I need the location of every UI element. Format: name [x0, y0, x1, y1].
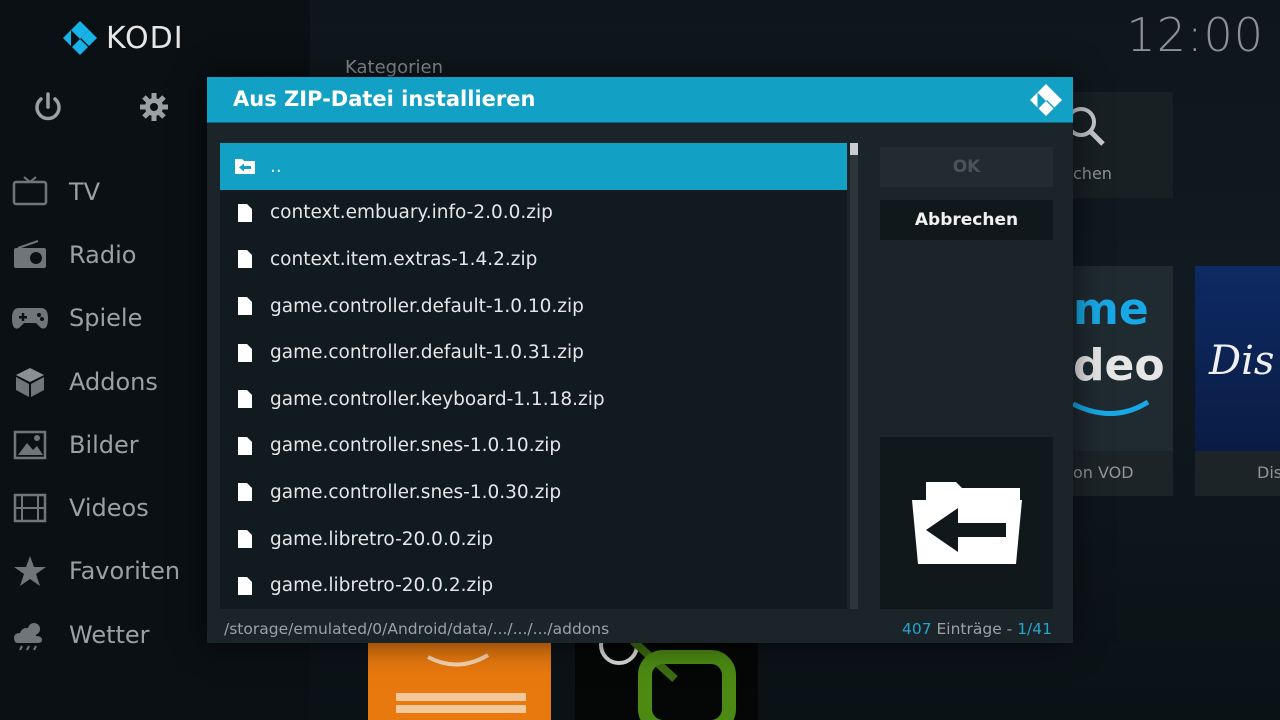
disney-logo: Dis	[1209, 338, 1275, 384]
amazon-smile-icon-2	[427, 653, 490, 667]
disney-tile-label: Dis	[1257, 463, 1280, 482]
menu-label-pictures: Bilder	[69, 430, 139, 459]
list-item-label: ..	[270, 155, 282, 177]
list-item[interactable]: game.libretro-20.0.0.zip	[220, 516, 847, 563]
prime-video-tile[interactable]: me deo on VOD	[1073, 266, 1173, 496]
list-item[interactable]: game.controller.snes-1.0.30.zip	[220, 469, 847, 516]
menu-item-radio[interactable]: Radio	[10, 223, 180, 286]
section-title: Kategorien	[345, 57, 443, 78]
weather-icon	[10, 615, 50, 655]
menu-item-addons[interactable]: Addons	[10, 350, 180, 413]
search-tile[interactable]: chen	[1066, 92, 1173, 198]
item-count-label: Einträge -	[931, 620, 1018, 638]
menu-item-tv[interactable]: TV	[10, 160, 180, 223]
list-item-label: context.embuary.info-2.0.0.zip	[270, 202, 553, 224]
list-item-label: game.controller.snes-1.0.30.zip	[270, 481, 562, 503]
file-icon	[220, 482, 270, 502]
list-item-label: game.controller.default-1.0.10.zip	[270, 295, 584, 317]
ok-button[interactable]: OK	[880, 147, 1053, 187]
list-item-label: game.libretro-20.0.2.zip	[270, 575, 494, 597]
file-icon	[220, 249, 270, 269]
menu-label-games: Spiele	[69, 304, 143, 333]
item-count-number: 407	[901, 620, 932, 638]
menu-label-favourites: Favoriten	[69, 557, 181, 586]
menu-item-weather[interactable]: Wetter	[10, 603, 180, 666]
gear-icon[interactable]	[137, 90, 171, 124]
current-path: /storage/emulated/0/Android/data/.../...…	[224, 620, 610, 638]
list-scrollbar[interactable]	[850, 143, 858, 609]
menu-label-radio: Radio	[69, 240, 137, 269]
kodi-logo-text: KODI	[106, 20, 184, 56]
list-item-parent[interactable]: ..	[220, 143, 847, 190]
search-tile-label: chen	[1073, 164, 1112, 183]
list-item[interactable]: context.item.extras-1.4.2.zip	[220, 236, 847, 283]
green-app-logo	[599, 639, 736, 720]
amazon-music-tile[interactable]	[368, 643, 551, 720]
menu-label-tv: TV	[69, 177, 101, 206]
disney-tile[interactable]: Dis Dis	[1195, 266, 1280, 496]
menu-label-videos: Videos	[69, 494, 149, 523]
list-item[interactable]: game.controller.keyboard-1.1.18.zip	[220, 376, 847, 423]
tv-icon	[10, 172, 50, 212]
menu-label-weather: Wetter	[69, 620, 150, 649]
prime-video-logo-2: deo	[1073, 340, 1165, 391]
amazon-smile-icon	[1073, 399, 1150, 416]
menu-item-videos[interactable]: Videos	[10, 476, 180, 539]
radio-icon	[10, 235, 50, 275]
list-item-label: game.controller.default-1.0.31.zip	[270, 342, 584, 364]
file-list[interactable]: .. context.embuary.info-2.0.0.zip contex…	[220, 143, 847, 609]
scrollbar-thumb[interactable]	[850, 143, 858, 155]
file-icon	[220, 296, 270, 316]
power-icon[interactable]	[31, 90, 65, 124]
cancel-button[interactable]: Abbrechen	[880, 200, 1053, 240]
app-tile-green[interactable]	[575, 639, 758, 720]
list-item-label: game.controller.snes-1.0.10.zip	[270, 435, 562, 457]
file-icon	[220, 343, 270, 363]
vod-tile-label: on VOD	[1073, 463, 1134, 482]
file-icon	[220, 203, 270, 223]
folder-back-icon	[220, 156, 270, 176]
kodi-logo: KODI	[62, 20, 184, 56]
dialog-title: Aus ZIP-Datei installieren	[233, 87, 536, 111]
list-item[interactable]: game.controller.snes-1.0.10.zip	[220, 423, 847, 470]
list-item[interactable]: context.embuary.info-2.0.0.zip	[220, 190, 847, 237]
star-icon	[10, 551, 50, 591]
install-from-zip-dialog: Aus ZIP-Datei installieren .. context.em…	[207, 77, 1073, 643]
prime-video-logo: me	[1073, 284, 1149, 335]
menu-item-games[interactable]: Spiele	[10, 287, 180, 350]
list-item[interactable]: game.libretro-20.0.2.zip	[220, 562, 847, 609]
kodi-logo-icon	[63, 21, 97, 55]
list-item-label: game.libretro-20.0.0.zip	[270, 528, 494, 550]
file-icon	[220, 436, 270, 456]
list-item-label: context.item.extras-1.4.2.zip	[270, 248, 538, 270]
item-count: 407 Einträge - 1/41	[902, 620, 1052, 638]
list-item[interactable]: game.controller.default-1.0.31.zip	[220, 329, 847, 376]
box-icon	[10, 362, 50, 402]
file-icon	[220, 529, 270, 549]
file-icon	[220, 389, 270, 409]
menu-item-pictures[interactable]: Bilder	[10, 413, 180, 476]
list-item-label: game.controller.keyboard-1.1.18.zip	[270, 388, 605, 410]
page-indicator: 1/41	[1017, 620, 1052, 638]
dialog-header: Aus ZIP-Datei installieren	[207, 77, 1073, 123]
preview-thumbnail	[880, 437, 1053, 609]
clock: 12:00	[1126, 8, 1264, 62]
menu-label-addons: Addons	[69, 367, 158, 396]
file-icon	[220, 576, 270, 596]
list-item[interactable]: game.controller.default-1.0.10.zip	[220, 283, 847, 330]
folder-back-icon	[911, 482, 1022, 564]
film-icon	[10, 488, 50, 528]
menu-item-favourites[interactable]: Favoriten	[10, 540, 180, 603]
gamepad-icon	[10, 298, 50, 338]
kodi-logo-icon	[1029, 83, 1063, 117]
main-menu: TV Radio Spiele Addons Bilder Videos Fav…	[10, 160, 180, 666]
picture-icon	[10, 425, 50, 465]
